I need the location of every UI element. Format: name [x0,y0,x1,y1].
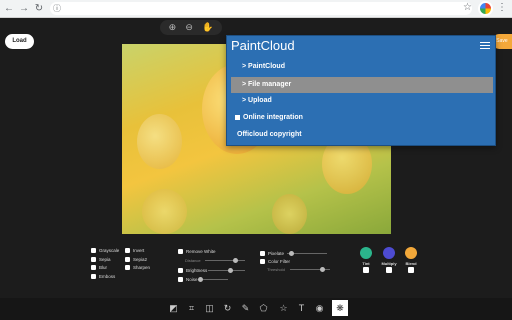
tulip-shape [137,114,182,169]
tulip-shape [272,194,307,234]
address-bar[interactable]: ⓘ [50,2,472,15]
draw-icon[interactable]: ✎ [240,303,251,314]
noise-checkbox[interactable] [178,277,183,282]
menu-item-upload[interactable]: > Upload [242,97,272,104]
menu-item-paintcloud[interactable]: > PaintCloud [242,63,285,70]
star-icon[interactable]: ☆ [278,303,289,314]
remove-white-checkbox[interactable] [178,249,183,254]
menu-item-file-manager[interactable]: > File manager [231,77,493,93]
threshold-label: Threshold [267,267,285,272]
filter-sepia[interactable]: Sepia [91,257,111,262]
blend-color-swatch[interactable] [405,247,417,259]
zoom-in-icon[interactable]: ⊕ [169,23,177,32]
filter-label: Remove White [186,249,216,254]
browser-menu-icon[interactable]: ⋮ [497,2,507,13]
pixelate-checkbox[interactable] [260,251,265,256]
pan-icon[interactable]: ✋ [202,23,213,32]
bookmark-star-icon[interactable]: ☆ [463,2,472,13]
rotate-icon[interactable]: ↻ [222,303,233,314]
hamburger-icon[interactable] [480,42,490,49]
text-icon[interactable]: T [296,303,307,314]
menu-item-online-integration[interactable]: Online integration [235,114,303,121]
mask-icon[interactable]: ◉ [314,303,325,314]
extension-icon[interactable] [478,1,493,16]
distance-label: Distance [185,258,201,263]
sharpen-checkbox[interactable] [125,265,130,270]
filter-color-filter[interactable]: Color Filter [260,259,290,264]
load-button[interactable]: Load [5,34,34,49]
app-area: Load Save ⊕ ⊖ ✋ PaintCloud > PaintCloud … [0,18,512,320]
dropdown-menu: PaintCloud > PaintCloud > File manager >… [226,35,496,146]
browser-toolbar: ← → ↻ ⓘ ☆ ⋮ [0,0,512,18]
tulip-shape [142,189,187,234]
multiply-color-swatch[interactable] [383,247,395,259]
filter-pixelate[interactable]: Pixelate [260,251,284,256]
shadow-icon[interactable]: ◩ [168,303,179,314]
tint-checkbox[interactable] [363,267,369,273]
blend-checkbox[interactable] [408,267,414,273]
pixelate-slider[interactable] [287,251,327,256]
filter-emboss[interactable]: Emboss [91,274,115,279]
filter-blur[interactable]: Blur [91,265,107,270]
zoom-controls: ⊕ ⊖ ✋ [160,20,222,35]
filter-remove-white[interactable]: Remove White [178,249,216,254]
slider-thumb[interactable] [228,268,233,273]
online-integration-label: Online integration [243,114,303,121]
slider-thumb[interactable] [320,267,325,272]
sepia-checkbox[interactable] [91,257,96,262]
filter-label: Emboss [99,274,116,279]
filter-sepia2[interactable]: Sepia2 [125,257,147,262]
filter-label: Sepia2 [133,257,148,262]
multiply-label: Multiply [381,261,397,266]
blend-label: Blend [405,261,417,266]
back-icon[interactable]: ← [3,3,15,15]
noise-slider[interactable] [198,277,228,282]
tool-bar: ◩ ⌗ ◫ ↻ ✎ ⬠ ☆ T ◉ ❋ [0,298,512,320]
emboss-checkbox[interactable] [91,274,96,279]
filter-label: Grayscale [99,248,120,253]
blur-checkbox[interactable] [91,265,96,270]
filter-label: Sharpen [133,265,151,270]
multiply-checkbox[interactable] [386,267,392,273]
tint-color-swatch[interactable] [360,247,372,259]
filter-brightness[interactable]: Brightness [178,268,207,273]
filter-label: Sepia [99,257,111,262]
filter-label: Brightness [186,268,208,273]
forward-icon[interactable]: → [18,3,30,15]
filter-label: Invert [133,248,145,253]
grayscale-checkbox[interactable] [91,248,96,253]
filter-grayscale[interactable]: Grayscale [91,248,119,253]
invert-checkbox[interactable] [125,248,130,253]
color-filter-checkbox[interactable] [260,259,265,264]
online-integration-checkbox[interactable] [235,114,240,120]
filter-sharpen[interactable]: Sharpen [125,265,150,270]
menu-title: PaintCloud [231,38,295,53]
filter-label: Blur [99,265,108,270]
zoom-out-icon[interactable]: ⊖ [185,23,193,32]
filter-label: Color Filter [268,259,291,264]
sepia2-checkbox[interactable] [125,257,130,262]
slider-thumb[interactable] [233,258,238,263]
filter-label: Noise [186,277,198,282]
menu-item-copyright[interactable]: Officloud copyright [237,131,302,138]
flip-icon[interactable]: ◫ [204,303,215,314]
crop-icon[interactable]: ⌗ [186,303,197,314]
distance-slider[interactable] [205,258,245,263]
brightness-slider[interactable] [208,268,245,273]
shape-icon[interactable]: ⬠ [258,303,269,314]
filter-icon[interactable]: ❋ [332,300,348,316]
filter-invert[interactable]: Invert [125,248,144,253]
slider-thumb[interactable] [198,277,203,282]
filter-noise[interactable]: Noise [178,277,198,282]
slider-thumb[interactable] [289,251,294,256]
filter-label: Pixelate [268,251,285,256]
threshold-slider[interactable] [290,267,330,272]
reload-icon[interactable]: ↻ [33,3,45,15]
info-icon[interactable]: ⓘ [53,3,61,14]
brightness-checkbox[interactable] [178,268,183,273]
tint-label: Tint [362,261,370,266]
